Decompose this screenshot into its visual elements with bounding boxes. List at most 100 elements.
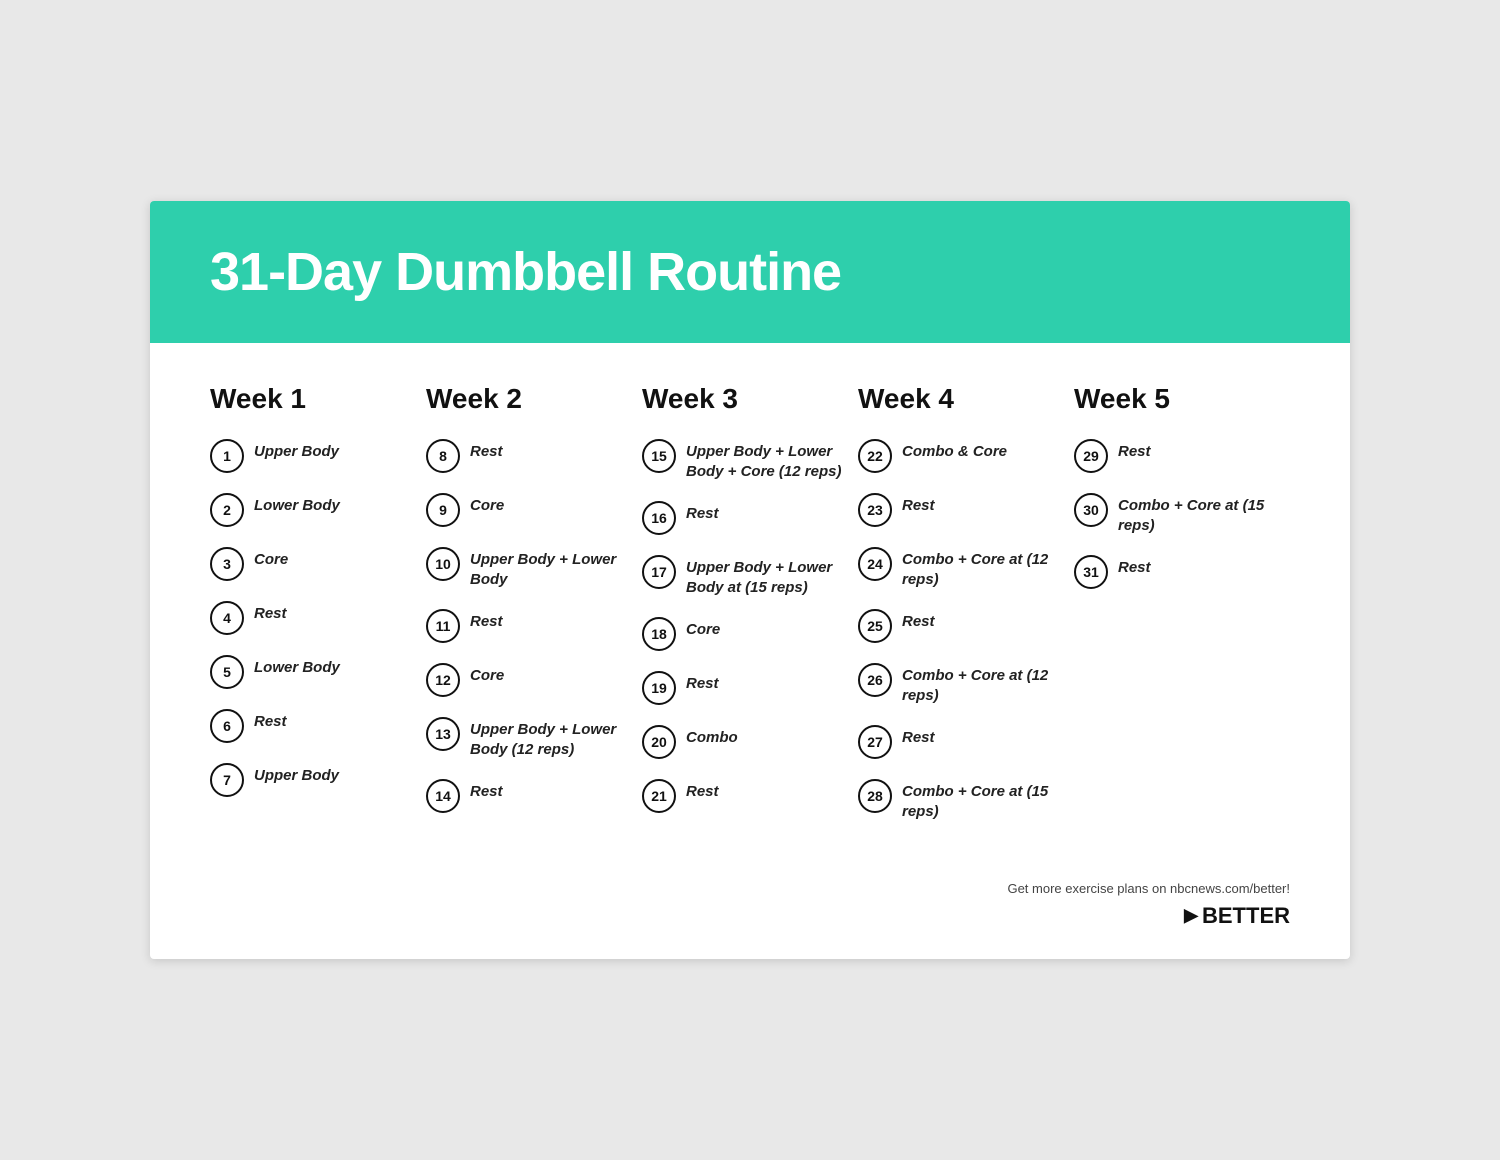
day-label: Rest bbox=[470, 437, 503, 462]
footer: Get more exercise plans on nbcnews.com/b… bbox=[150, 869, 1350, 959]
day-circle: 9 bbox=[426, 493, 460, 527]
day-circle: 20 bbox=[642, 725, 676, 759]
day-label: Rest bbox=[686, 499, 719, 524]
day-item: 4 Rest bbox=[210, 599, 416, 635]
day-item: 13 Upper Body + Lower Body (12 reps) bbox=[426, 715, 632, 759]
day-item: 7 Upper Body bbox=[210, 761, 416, 797]
day-item: 30Combo + Core at (15 reps) bbox=[1074, 491, 1280, 535]
day-label: Rest bbox=[902, 723, 935, 748]
day-label: Combo + Core at (12 reps) bbox=[902, 545, 1064, 589]
day-label: Rest bbox=[686, 777, 719, 802]
day-circle: 16 bbox=[642, 501, 676, 535]
day-circle: 3 bbox=[210, 547, 244, 581]
day-label: Combo & Core bbox=[902, 437, 1007, 462]
day-label: Combo + Core at (12 reps) bbox=[902, 661, 1064, 705]
day-circle: 19 bbox=[642, 671, 676, 705]
day-circle: 24 bbox=[858, 547, 892, 581]
day-label: Rest bbox=[902, 491, 935, 516]
day-circle: 13 bbox=[426, 717, 460, 751]
day-item: 27 Rest bbox=[858, 723, 1064, 759]
day-label: Core bbox=[254, 545, 288, 570]
day-item: 23 Rest bbox=[858, 491, 1064, 527]
day-circle: 6 bbox=[210, 709, 244, 743]
day-item: 31 Rest bbox=[1074, 553, 1280, 589]
day-item: 11 Rest bbox=[426, 607, 632, 643]
day-item: 14 Rest bbox=[426, 777, 632, 813]
main-card: 31-Day Dumbbell Routine Week 1 1 Upper Bod… bbox=[150, 201, 1350, 959]
day-circle: 1 bbox=[210, 439, 244, 473]
day-label: Rest bbox=[1118, 437, 1151, 462]
day-circle: 4 bbox=[210, 601, 244, 635]
day-item: 8 Rest bbox=[426, 437, 632, 473]
day-label: Rest bbox=[470, 607, 503, 632]
day-circle: 21 bbox=[642, 779, 676, 813]
day-label: Combo + Core at (15 reps) bbox=[902, 777, 1064, 821]
day-label: Core bbox=[470, 491, 504, 516]
better-logo: ▶ BETTER bbox=[1007, 903, 1290, 929]
day-label: Rest bbox=[686, 669, 719, 694]
brand-name: BETTER bbox=[1202, 903, 1290, 929]
day-label: Rest bbox=[1118, 553, 1151, 578]
week-title-5: Week 5 bbox=[1074, 383, 1280, 415]
day-item: 19 Rest bbox=[642, 669, 848, 705]
day-circle: 25 bbox=[858, 609, 892, 643]
day-circle: 11 bbox=[426, 609, 460, 643]
day-label: Combo + Core at (15 reps) bbox=[1118, 491, 1280, 535]
page-title: 31-Day Dumbbell Routine bbox=[210, 241, 1290, 303]
day-circle: 28 bbox=[858, 779, 892, 813]
day-label: Upper Body + Lower Body (12 reps) bbox=[470, 715, 632, 759]
day-item: 25 Rest bbox=[858, 607, 1064, 643]
day-circle: 26 bbox=[858, 663, 892, 697]
day-item: 6 Rest bbox=[210, 707, 416, 743]
day-circle: 7 bbox=[210, 763, 244, 797]
week-title-4: Week 4 bbox=[858, 383, 1064, 415]
day-circle: 23 bbox=[858, 493, 892, 527]
day-item: 18Core bbox=[642, 615, 848, 651]
day-label: Upper Body + Lower Body + Core (12 reps) bbox=[686, 437, 848, 481]
day-label: Combo bbox=[686, 723, 738, 748]
day-item: 1 Upper Body bbox=[210, 437, 416, 473]
week-title-2: Week 2 bbox=[426, 383, 632, 415]
day-label: Rest bbox=[470, 777, 503, 802]
day-label: Upper Body bbox=[254, 761, 339, 786]
day-item: 22 Combo & Core bbox=[858, 437, 1064, 473]
day-label: Core bbox=[686, 615, 720, 640]
day-item: 3 Core bbox=[210, 545, 416, 581]
day-label: Rest bbox=[254, 599, 287, 624]
day-circle: 14 bbox=[426, 779, 460, 813]
week-col-1: Week 1 1 Upper Body 2Lower Body 3 Core 4 Rest 5L… bbox=[210, 383, 426, 839]
day-circle: 5 bbox=[210, 655, 244, 689]
day-item: 12Core bbox=[426, 661, 632, 697]
day-circle: 2 bbox=[210, 493, 244, 527]
day-label: Rest bbox=[254, 707, 287, 732]
promo-text: Get more exercise plans on nbcnews.com/b… bbox=[1007, 879, 1290, 899]
weeks-grid: Week 1 1 Upper Body 2Lower Body 3 Core 4 Rest 5L… bbox=[150, 343, 1350, 869]
header-banner: 31-Day Dumbbell Routine bbox=[150, 201, 1350, 343]
week-title-1: Week 1 bbox=[210, 383, 416, 415]
day-label: Upper Body bbox=[254, 437, 339, 462]
day-circle: 22 bbox=[858, 439, 892, 473]
day-item: 29Rest bbox=[1074, 437, 1280, 473]
week-col-2: Week 2 8 Rest 9 Core 10 Upper Body + Lower Bod… bbox=[426, 383, 642, 839]
day-circle: 10 bbox=[426, 547, 460, 581]
day-circle: 17 bbox=[642, 555, 676, 589]
day-label: Rest bbox=[902, 607, 935, 632]
day-item: 15 Upper Body + Lower Body + Core (12 rep… bbox=[642, 437, 848, 481]
day-circle: 8 bbox=[426, 439, 460, 473]
week-col-4: Week 4 22 Combo & Core 23 Rest 24 Combo + Core… bbox=[858, 383, 1074, 839]
day-item: 20 Combo bbox=[642, 723, 848, 759]
day-item: 5 Lower Body bbox=[210, 653, 416, 689]
day-item: 17 Upper Body + Lower Body at (15 reps) bbox=[642, 553, 848, 597]
day-item: 2Lower Body bbox=[210, 491, 416, 527]
day-label: Upper Body + Lower Body bbox=[470, 545, 632, 589]
day-circle: 12 bbox=[426, 663, 460, 697]
week-title-3: Week 3 bbox=[642, 383, 848, 415]
week-col-5: Week 5 29Rest 30Combo + Core at (15 reps) 3… bbox=[1074, 383, 1290, 839]
day-item: 28 Combo + Core at (15 reps) bbox=[858, 777, 1064, 821]
day-circle: 31 bbox=[1074, 555, 1108, 589]
day-label: Upper Body + Lower Body at (15 reps) bbox=[686, 553, 848, 597]
day-circle: 27 bbox=[858, 725, 892, 759]
day-item: 26 Combo + Core at (12 reps) bbox=[858, 661, 1064, 705]
day-circle: 15 bbox=[642, 439, 676, 473]
day-label: Lower Body bbox=[254, 653, 340, 678]
